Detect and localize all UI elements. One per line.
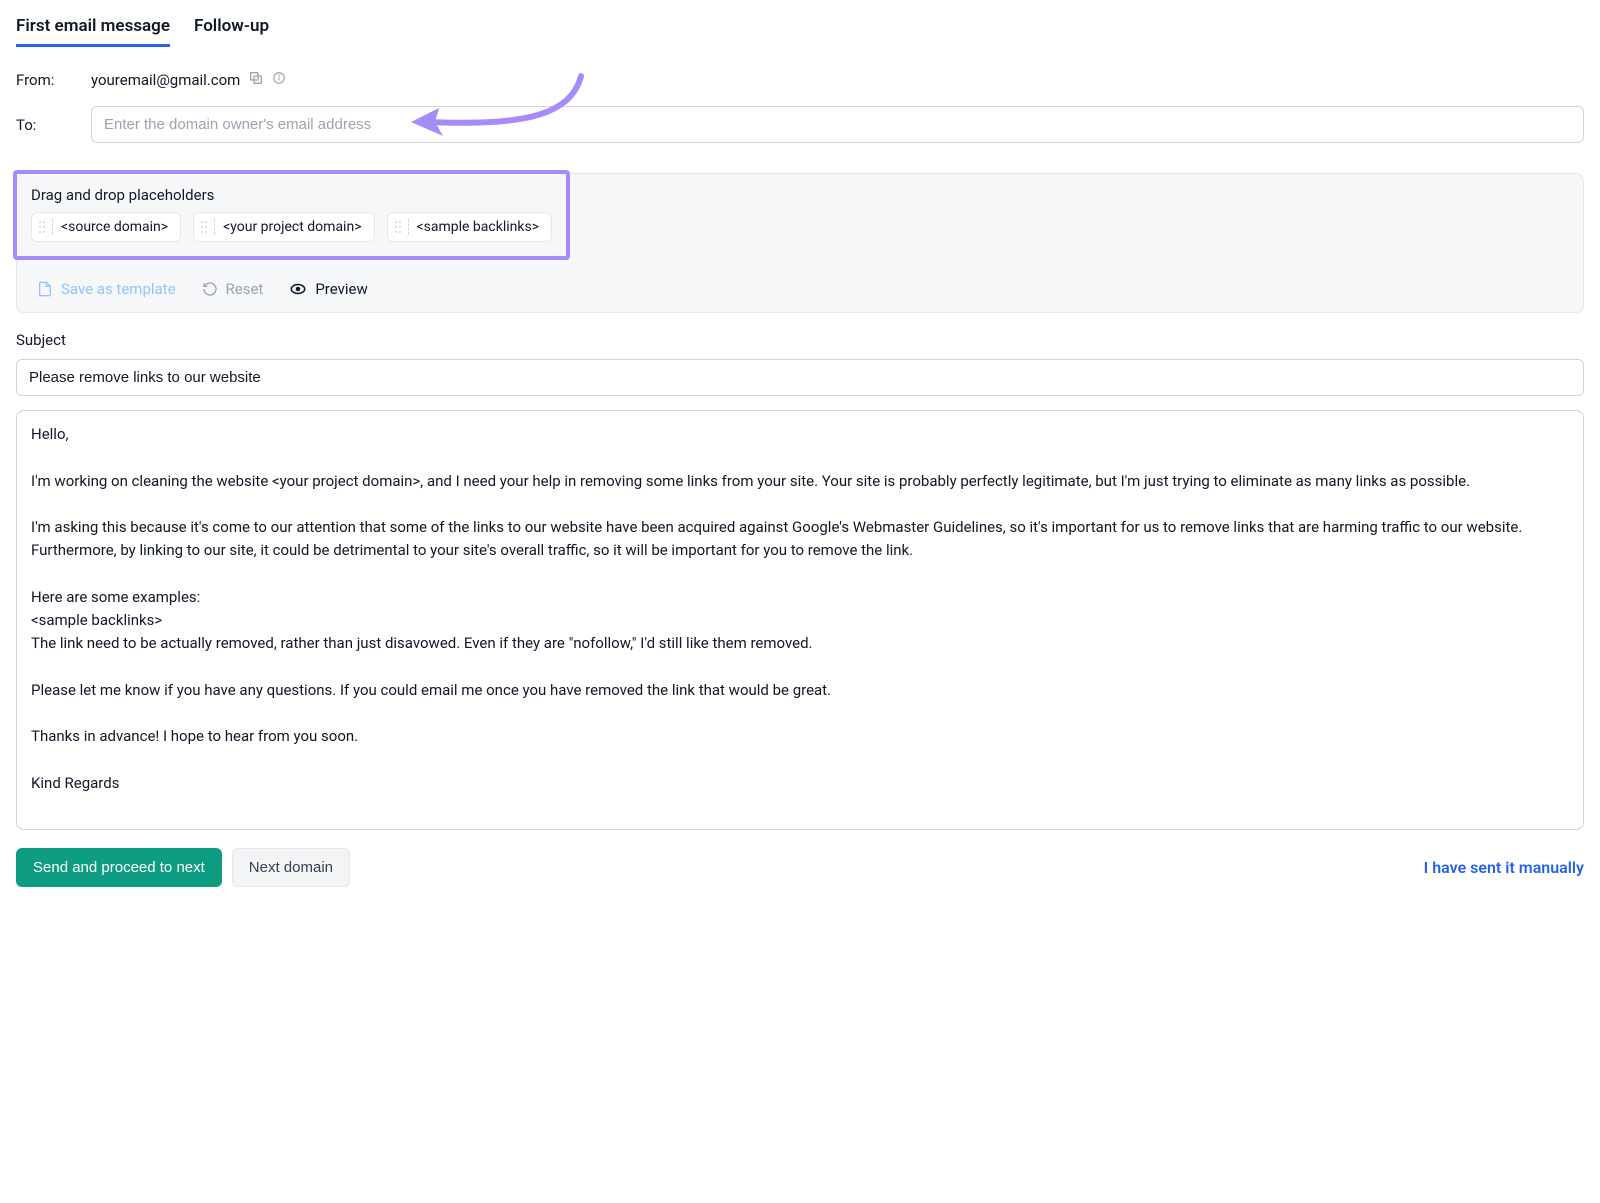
chip-label: <sample backlinks> bbox=[417, 219, 539, 235]
editor-toolbar: Save as template Reset Preview bbox=[17, 266, 1583, 312]
grip-icon bbox=[38, 219, 53, 235]
from-value-wrap: youremail@gmail.com bbox=[91, 70, 286, 90]
next-domain-button[interactable]: Next domain bbox=[232, 848, 350, 887]
tabs: First email message Follow-up bbox=[16, 16, 1584, 48]
from-row: From: youremail@gmail.com bbox=[16, 70, 1584, 90]
to-input[interactable] bbox=[91, 106, 1584, 143]
placeholders-title: Drag and drop placeholders bbox=[31, 186, 552, 204]
chip-source-domain[interactable]: <source domain> bbox=[31, 212, 181, 242]
reset-label: Reset bbox=[226, 280, 264, 298]
subject-label: Subject bbox=[16, 331, 1584, 349]
copy-icon[interactable] bbox=[248, 70, 264, 90]
chip-project-domain[interactable]: <your project domain> bbox=[193, 212, 374, 242]
to-row: To: bbox=[16, 106, 1584, 143]
subject-input[interactable] bbox=[16, 359, 1584, 396]
preview-label: Preview bbox=[315, 280, 367, 298]
grip-icon bbox=[394, 219, 409, 235]
save-template-button[interactable]: Save as template bbox=[37, 280, 176, 298]
save-template-label: Save as template bbox=[61, 280, 176, 298]
tab-followup[interactable]: Follow-up bbox=[194, 16, 269, 47]
send-button[interactable]: Send and proceed to next bbox=[16, 848, 222, 887]
to-label: To: bbox=[16, 116, 91, 134]
chip-sample-backlinks[interactable]: <sample backlinks> bbox=[387, 212, 552, 242]
grip-icon bbox=[200, 219, 215, 235]
preview-button[interactable]: Preview bbox=[289, 280, 367, 298]
placeholder-chips: <source domain> <your project domain> <s… bbox=[31, 212, 552, 242]
tab-first-email[interactable]: First email message bbox=[16, 16, 170, 47]
from-label: From: bbox=[16, 71, 91, 89]
from-email: youremail@gmail.com bbox=[91, 71, 240, 89]
info-icon[interactable] bbox=[272, 71, 286, 89]
footer: Send and proceed to next Next domain I h… bbox=[16, 848, 1584, 887]
message-body[interactable]: Hello, I'm working on cleaning the websi… bbox=[16, 410, 1584, 830]
placeholders-highlight: Drag and drop placeholders <source domai… bbox=[13, 170, 570, 260]
sent-manually-link[interactable]: I have sent it manually bbox=[1424, 858, 1584, 877]
placeholders-panel: Drag and drop placeholders <source domai… bbox=[16, 173, 1584, 313]
reset-button[interactable]: Reset bbox=[202, 280, 264, 298]
chip-label: <source domain> bbox=[61, 219, 168, 235]
chip-label: <your project domain> bbox=[223, 219, 361, 235]
